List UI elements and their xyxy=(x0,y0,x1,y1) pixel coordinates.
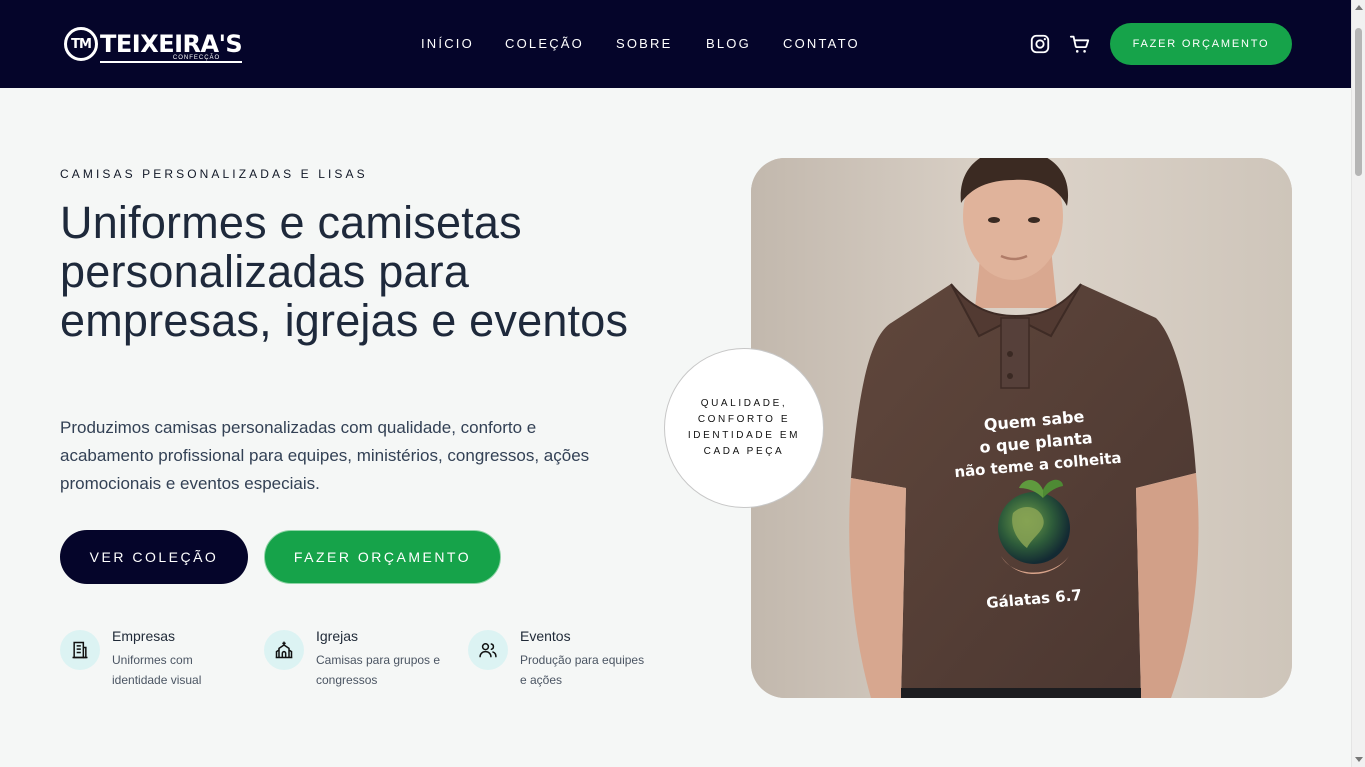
nav-item-sobre[interactable]: SOBRE xyxy=(616,36,673,51)
scroll-down-arrow-icon[interactable] xyxy=(1355,757,1363,762)
brand-logo[interactable]: TM TEIXEIRA'S CONFECÇÃO xyxy=(64,25,243,63)
hero-description: Produzimos camisas personalizadas com qu… xyxy=(60,418,590,493)
request-quote-button[interactable]: FAZER ORÇAMENTO xyxy=(264,530,501,584)
feature-icon-wrap xyxy=(264,630,304,670)
feature-title: Igrejas xyxy=(316,628,359,644)
quality-badge-text: QUALIDADE, CONFORTO E IDENTIDADE EM CADA… xyxy=(687,398,801,457)
hero-product-image: Quem sabe o que planta não teme a colhei… xyxy=(751,158,1292,698)
hero-eyebrow: CAMISAS PERSONALIZADAS E LISAS xyxy=(60,167,368,181)
feature-description: Camisas para grupos e congressos xyxy=(316,653,441,687)
brand-subtitle: CONFECÇÃO xyxy=(172,55,221,61)
scroll-thumb[interactable] xyxy=(1355,28,1362,176)
page-scrollbar[interactable] xyxy=(1351,0,1365,767)
logo-wordmark: TEIXEIRA'S CONFECÇÃO xyxy=(100,30,243,63)
nav-item-blog[interactable]: BLOG xyxy=(706,36,751,51)
logo-emblem-icon: TM xyxy=(64,27,98,61)
logo-underline xyxy=(100,61,243,63)
quality-badge: QUALIDADE, CONFORTO E IDENTIDADE EM CADA… xyxy=(664,348,824,508)
view-collection-button[interactable]: VER COLEÇÃO xyxy=(60,530,248,584)
feature-title: Eventos xyxy=(520,628,571,644)
cart-icon[interactable] xyxy=(1069,33,1091,55)
building-icon xyxy=(72,641,88,659)
nav-item-inicio[interactable]: INÍCIO xyxy=(421,36,474,51)
logo-mark-text: TM xyxy=(71,36,92,52)
feature-description: Uniformes com identidade visual xyxy=(112,653,202,687)
scroll-up-arrow-icon[interactable] xyxy=(1355,5,1363,10)
feature-icon-wrap xyxy=(60,630,100,670)
brand-name: TEIXEIRA'S xyxy=(100,30,243,58)
feature-title: Empresas xyxy=(112,628,176,644)
top-navbar: TM TEIXEIRA'S CONFECÇÃO INÍCIO COLEÇÃO S… xyxy=(0,0,1351,88)
nav-item-contato[interactable]: CONTATO xyxy=(783,36,860,51)
feature-description: Produção para equipes e ações xyxy=(520,653,645,687)
feature-icon-wrap xyxy=(468,630,508,670)
hero-title: Uniformes e camisetas personalizadas par… xyxy=(60,197,629,346)
nav-item-colecao[interactable]: COLEÇÃO xyxy=(505,36,584,51)
instagram-icon[interactable] xyxy=(1029,33,1051,55)
church-icon xyxy=(275,641,293,659)
header-quote-button[interactable]: FAZER ORÇAMENTO xyxy=(1110,23,1292,65)
users-icon xyxy=(479,643,497,658)
